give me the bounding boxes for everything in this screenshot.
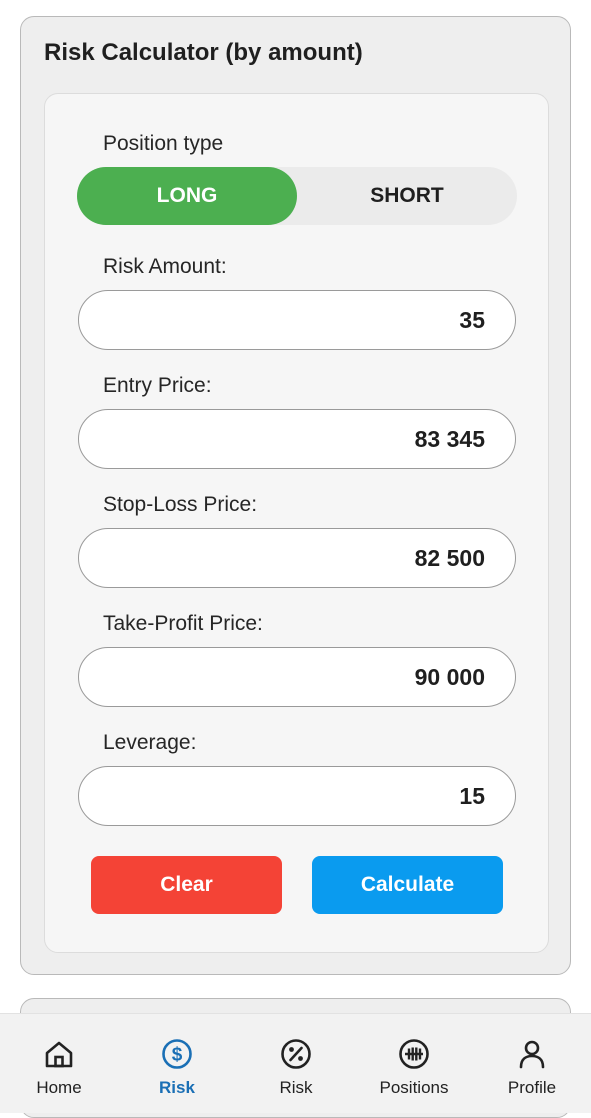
- long-option[interactable]: LONG: [77, 167, 297, 225]
- risk-amount-label: Risk Amount:: [103, 255, 227, 278]
- percent-circle-icon: [281, 1039, 311, 1069]
- take-profit-label: Take-Profit Price:: [103, 612, 263, 635]
- risk-calculator-card: Risk Calculator (by amount) Position typ…: [20, 16, 571, 975]
- nav-home[interactable]: Home: [0, 1014, 118, 1113]
- calculator-form: Position type LONG SHORT Risk Amount: En…: [44, 93, 549, 953]
- position-type-toggle: LONG SHORT: [77, 167, 517, 225]
- leverage-label: Leverage:: [103, 731, 197, 754]
- nav-risk-amount-label: Risk: [159, 1078, 195, 1097]
- nav-risk-amount[interactable]: $ Risk: [118, 1014, 236, 1113]
- card-title: Risk Calculator (by amount): [44, 39, 363, 66]
- nav-positions[interactable]: Positions: [355, 1014, 473, 1113]
- entry-price-input[interactable]: [78, 409, 516, 469]
- clear-button[interactable]: Clear: [91, 856, 282, 914]
- nav-positions-label: Positions: [379, 1078, 449, 1097]
- entry-price-label: Entry Price:: [103, 374, 212, 397]
- stop-loss-label: Stop-Loss Price:: [103, 493, 258, 516]
- nav-profile[interactable]: Profile: [473, 1014, 591, 1113]
- svg-text:$: $: [172, 1045, 183, 1066]
- nav-risk-percent-label: Risk: [279, 1078, 313, 1097]
- calculate-button[interactable]: Calculate: [312, 856, 503, 914]
- person-icon: [519, 1040, 545, 1069]
- positions-circle-icon: [399, 1039, 429, 1069]
- take-profit-input[interactable]: [78, 647, 516, 707]
- short-option[interactable]: SHORT: [297, 167, 517, 225]
- home-icon: [45, 1041, 73, 1068]
- nav-profile-label: Profile: [507, 1078, 557, 1097]
- nav-risk-percent[interactable]: Risk: [237, 1014, 355, 1113]
- bottom-navigation: Home $ Risk Risk Positions Profile: [0, 1013, 591, 1113]
- position-type-label: Position type: [103, 132, 224, 155]
- risk-amount-input[interactable]: [78, 290, 516, 350]
- stop-loss-input[interactable]: [78, 528, 516, 588]
- leverage-input[interactable]: [78, 766, 516, 826]
- dollar-circle-icon: $: [162, 1039, 192, 1069]
- nav-home-label: Home: [36, 1078, 82, 1097]
